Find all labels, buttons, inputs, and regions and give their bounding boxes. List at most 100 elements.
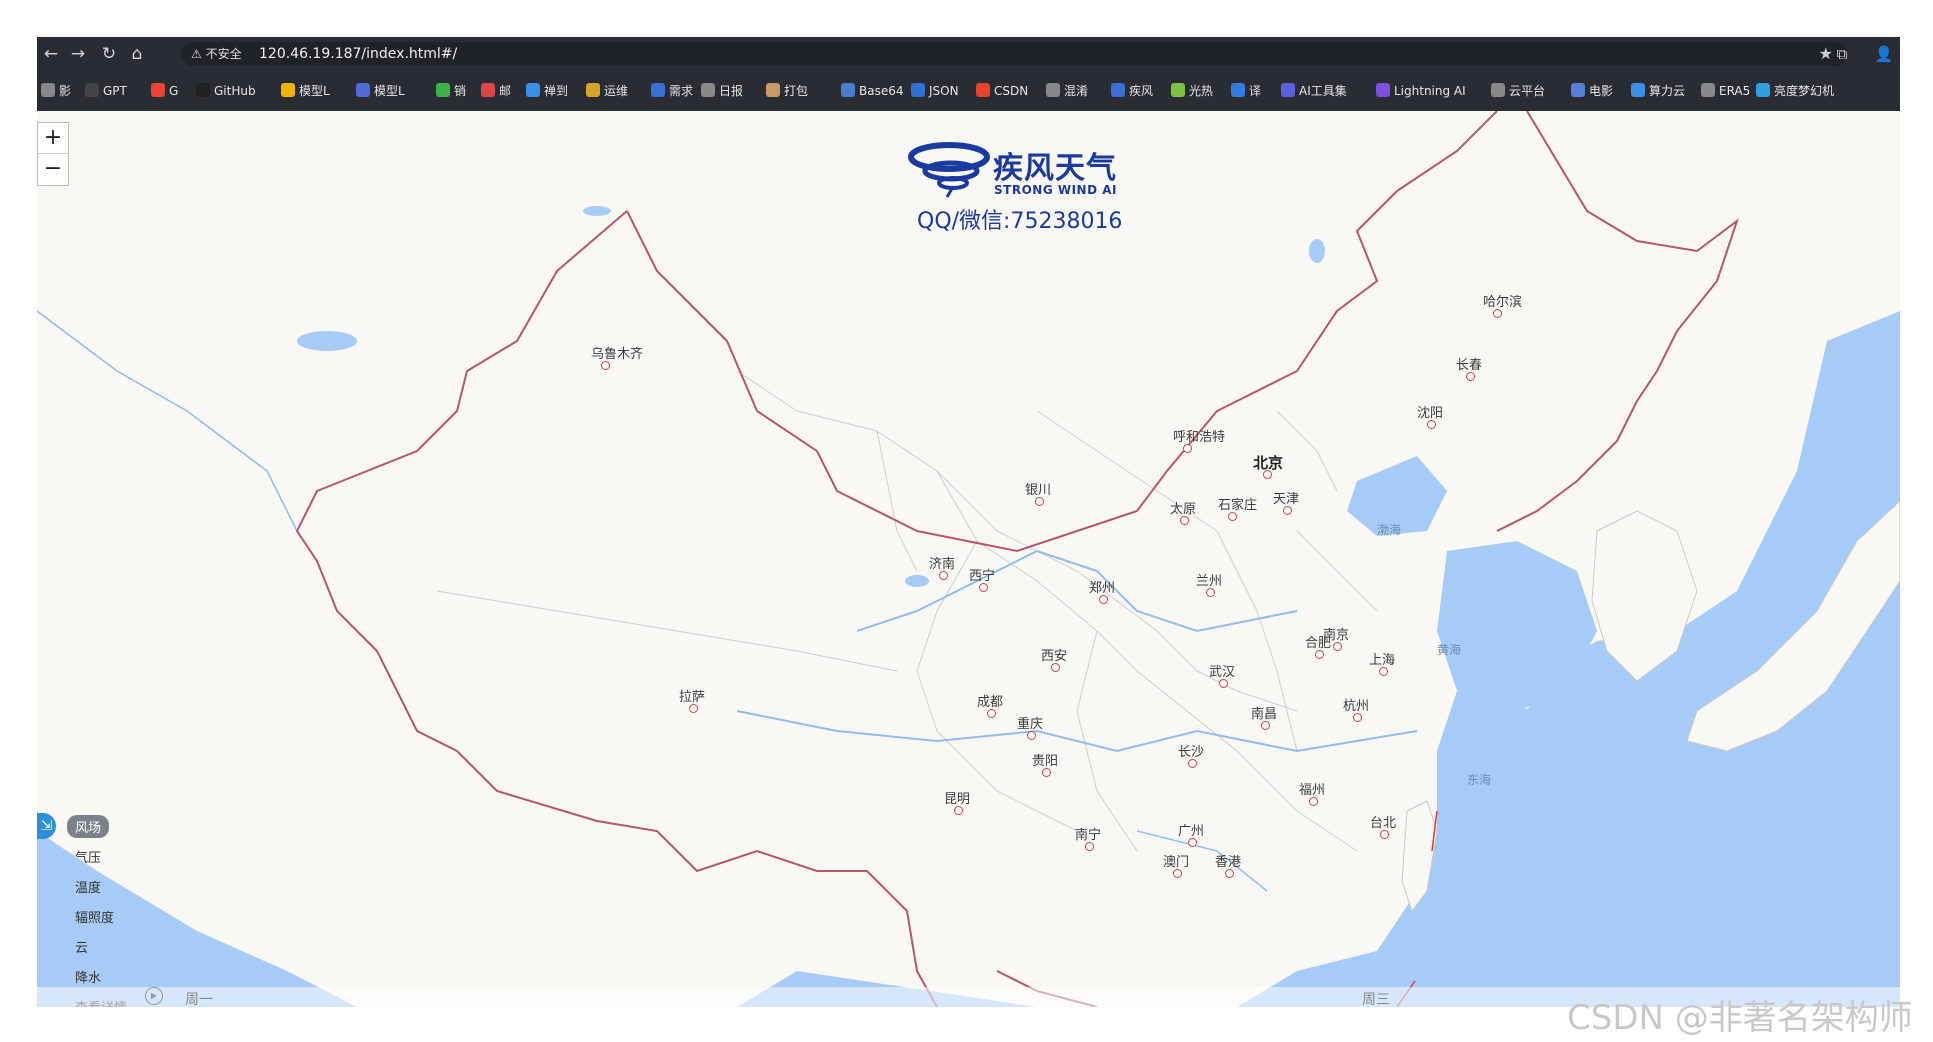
bookmark-item[interactable]: 需求 <box>651 80 693 102</box>
city-marker-icon[interactable] <box>1183 444 1192 453</box>
city-marker-icon[interactable] <box>1085 842 1094 851</box>
bookmark-item[interactable]: 亮度梦幻机 <box>1756 80 1834 102</box>
bookmark-item[interactable]: G <box>151 80 178 102</box>
city-label[interactable]: 福州 <box>1299 779 1325 798</box>
city-label[interactable]: 贵阳 <box>1032 750 1058 769</box>
city-marker-icon[interactable] <box>1027 731 1036 740</box>
extensions-icon[interactable]: ⧉ <box>1830 42 1854 66</box>
city-label[interactable]: 南京 <box>1323 624 1349 643</box>
city-label[interactable]: 西安 <box>1041 645 1067 664</box>
bookmark-item[interactable]: 疾风 <box>1111 80 1153 102</box>
city-marker-icon[interactable] <box>601 361 610 370</box>
city-marker-icon[interactable] <box>1283 506 1292 515</box>
city-marker-icon[interactable] <box>1261 721 1270 730</box>
bookmark-item[interactable]: 影 <box>41 80 71 102</box>
city-label[interactable]: 武汉 <box>1209 661 1235 680</box>
bookmark-item[interactable]: 算力云 <box>1631 80 1685 102</box>
city-label[interactable]: 昆明 <box>944 788 970 807</box>
city-marker-icon[interactable] <box>1051 663 1060 672</box>
home-button[interactable]: ⌂ <box>125 42 149 66</box>
layers-icon[interactable]: ⇲ <box>37 813 56 839</box>
bookmark-item[interactable]: 译 <box>1231 80 1261 102</box>
city-label[interactable]: 哈尔滨 <box>1483 291 1522 310</box>
city-marker-icon[interactable] <box>1228 512 1237 521</box>
city-label[interactable]: 沈阳 <box>1417 402 1443 421</box>
zoom-in-button[interactable]: + <box>38 123 68 153</box>
city-marker-icon[interactable] <box>1099 595 1108 604</box>
city-marker-icon[interactable] <box>1180 516 1189 525</box>
layer-option[interactable]: 温度 <box>67 875 109 898</box>
bookmark-item[interactable]: 禅到 <box>526 80 568 102</box>
timeline-day[interactable]: 周三 <box>1362 989 1390 1007</box>
bookmark-item[interactable]: 光热 <box>1171 80 1213 102</box>
city-label[interactable]: 广州 <box>1178 820 1204 839</box>
city-label[interactable]: 上海 <box>1369 649 1395 668</box>
layer-option[interactable]: 气压 <box>67 845 109 868</box>
city-label[interactable]: 香港 <box>1215 851 1241 870</box>
city-marker-icon[interactable] <box>1309 797 1318 806</box>
bookmark-item[interactable]: Base64 <box>841 80 904 102</box>
bookmark-item[interactable]: ERA5 <box>1701 80 1750 102</box>
bookmark-item[interactable]: 运维 <box>586 80 628 102</box>
url-text[interactable]: 120.46.19.187/index.html#/ <box>259 42 457 66</box>
city-marker-icon[interactable] <box>1188 759 1197 768</box>
forward-button[interactable]: → <box>66 42 90 66</box>
city-label[interactable]: 重庆 <box>1017 713 1043 732</box>
city-marker-icon[interactable] <box>1466 372 1475 381</box>
bookmark-item[interactable]: 电影 <box>1571 80 1613 102</box>
bookmark-item[interactable]: CSDN <box>976 80 1028 102</box>
profile-icon[interactable]: 👤 <box>1872 42 1896 66</box>
city-label[interactable]: 成都 <box>977 691 1003 710</box>
city-label[interactable]: 长沙 <box>1178 741 1204 760</box>
reload-button[interactable]: ↻ <box>97 42 121 66</box>
weather-map[interactable]: 乌鲁木齐 哈尔滨 长春 沈阳 呼和浩特 北京 天津 石家庄 太原 银川 济南 西宁 兰州 郑州 西安 合肥 南京… <box>37 111 1900 1007</box>
city-label[interactable]: 台北 <box>1370 812 1396 831</box>
bookmark-item[interactable]: 日报 <box>701 80 743 102</box>
bookmark-item[interactable]: 销 <box>436 80 466 102</box>
city-marker-icon[interactable] <box>1380 830 1389 839</box>
city-marker-icon[interactable] <box>1206 588 1215 597</box>
back-button[interactable]: ← <box>39 42 63 66</box>
city-marker-icon[interactable] <box>1379 667 1388 676</box>
layer-option[interactable]: 风场 <box>67 815 110 838</box>
city-label[interactable]: 南昌 <box>1251 703 1277 722</box>
security-warning[interactable]: ⚠ 不安全 <box>191 42 242 66</box>
address-bar[interactable]: ⚠ 不安全 120.46.19.187/index.html#/ ★ <box>181 42 1847 66</box>
bookmark-item[interactable]: 模型L <box>281 80 330 102</box>
play-icon[interactable]: ▶ <box>145 987 163 1005</box>
city-label[interactable]: 乌鲁木齐 <box>591 343 643 362</box>
city-marker-icon[interactable] <box>1315 650 1324 659</box>
bookmark-item[interactable]: 混淆 <box>1046 80 1088 102</box>
zoom-out-button[interactable]: − <box>38 154 68 184</box>
city-label[interactable]: 兰州 <box>1196 570 1222 589</box>
city-marker-icon[interactable] <box>1225 869 1234 878</box>
city-marker-icon[interactable] <box>1353 713 1362 722</box>
city-label[interactable]: 银川 <box>1025 479 1051 498</box>
city-label[interactable]: 太原 <box>1170 498 1196 517</box>
city-marker-icon[interactable] <box>1493 309 1502 318</box>
bookmark-item[interactable]: 模型L <box>356 80 405 102</box>
city-marker-icon[interactable] <box>1263 470 1272 479</box>
city-marker-icon[interactable] <box>689 704 698 713</box>
city-label[interactable]: 长春 <box>1456 354 1482 373</box>
city-label[interactable]: 济南 <box>929 553 955 572</box>
layer-option[interactable]: 辐照度 <box>67 905 122 928</box>
city-marker-icon[interactable] <box>1035 497 1044 506</box>
city-label[interactable]: 天津 <box>1273 488 1299 507</box>
city-label[interactable]: 呼和浩特 <box>1173 426 1225 445</box>
city-marker-icon[interactable] <box>1333 642 1342 651</box>
layer-option[interactable]: 云 <box>67 935 96 958</box>
timeline-day[interactable]: 周一 <box>185 989 213 1007</box>
map-canvas[interactable] <box>37 111 1900 1007</box>
city-marker-icon[interactable] <box>1219 679 1228 688</box>
city-marker-icon[interactable] <box>1427 420 1436 429</box>
city-marker-icon[interactable] <box>987 709 996 718</box>
city-label[interactable]: 杭州 <box>1343 695 1369 714</box>
bookmark-item[interactable]: GitHub <box>196 80 256 102</box>
city-label[interactable]: 郑州 <box>1089 577 1115 596</box>
bookmark-item[interactable]: GPT <box>85 80 127 102</box>
city-label[interactable]: 南宁 <box>1075 824 1101 843</box>
bookmark-item[interactable]: 邮 <box>481 80 511 102</box>
city-label[interactable]: 西宁 <box>969 565 995 584</box>
bookmark-item[interactable]: 云平台 <box>1491 80 1545 102</box>
